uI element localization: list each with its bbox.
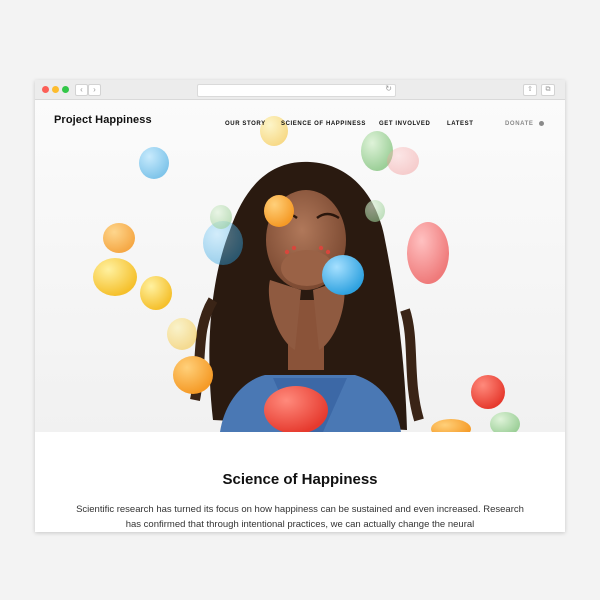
hero-illustration — [93, 116, 520, 432]
section-body: Scientific research has turned its focus… — [76, 504, 524, 530]
share-icon[interactable]: ⇧ — [523, 84, 537, 96]
site-logo[interactable]: Project Happiness — [54, 114, 152, 126]
hero-image: Project Happiness OUR STORY SCIENCE OF H… — [35, 100, 565, 432]
close-window-button[interactable] — [42, 86, 49, 93]
menu-dot-icon[interactable] — [539, 121, 544, 126]
address-bar[interactable]: ↻ — [197, 84, 396, 97]
browser-window: ‹ › ↻ ⇧ ⧉ Project Happiness OUR STORY SC… — [35, 80, 565, 532]
nav-our-story[interactable]: OUR STORY — [225, 121, 266, 127]
back-icon[interactable]: ‹ — [75, 84, 88, 96]
reload-icon[interactable]: ↻ — [385, 84, 392, 93]
nav-science-of-happiness[interactable]: SCIENCE OF HAPPINESS — [281, 121, 366, 127]
section-title: Science of Happiness — [222, 471, 378, 488]
donate-link[interactable]: DONATE — [505, 121, 534, 127]
forward-icon[interactable]: › — [88, 84, 101, 96]
browser-titlebar: ‹ › ↻ ⇧ ⧉ — [35, 80, 565, 100]
nav-latest[interactable]: LATEST — [447, 121, 474, 127]
maximize-window-button[interactable] — [62, 86, 69, 93]
minimize-window-button[interactable] — [52, 86, 59, 93]
content-section: Science of Happiness Scientific research… — [35, 432, 565, 532]
nav-get-involved[interactable]: GET INVOLVED — [379, 121, 430, 127]
tabs-icon[interactable]: ⧉ — [541, 84, 555, 96]
